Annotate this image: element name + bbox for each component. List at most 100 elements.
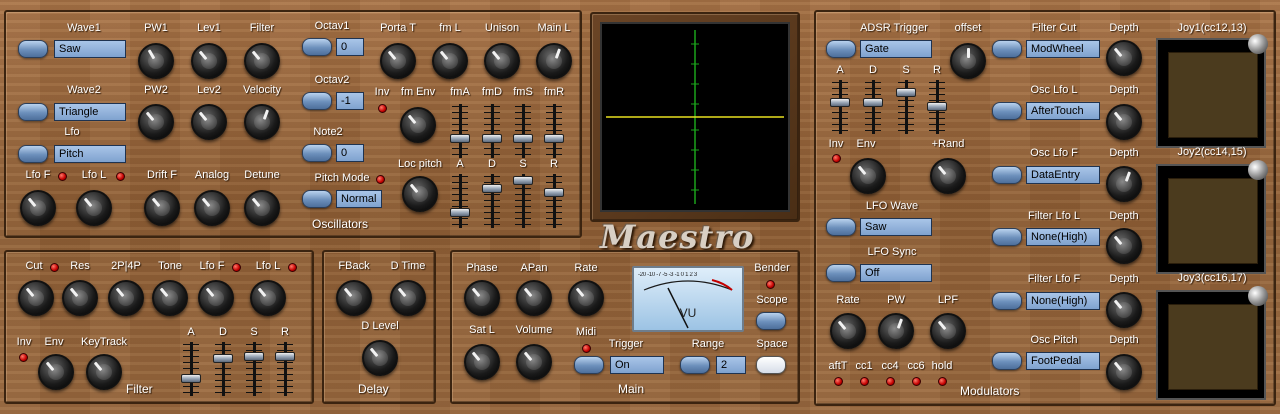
joy1-pad[interactable] [1156,34,1268,148]
mod-release-slider[interactable] [927,80,947,134]
octav2-button[interactable] [302,92,332,110]
mode-knob[interactable] [108,280,144,316]
filter-cut-field[interactable]: ModWheel [1026,40,1100,58]
cut-knob[interactable] [18,280,54,316]
lev2-knob[interactable] [191,104,227,140]
osc-pitch-field[interactable]: FootPedal [1026,352,1100,370]
mod-pw-knob[interactable] [878,313,914,349]
lpf-knob[interactable] [930,313,966,349]
octav1-field[interactable]: 0 [336,38,364,56]
lfo-button[interactable] [18,145,48,163]
filter-attack-slider[interactable] [181,342,201,396]
pw2-knob[interactable] [138,104,174,140]
analog-knob[interactable] [194,190,230,226]
trigger-button[interactable] [574,356,604,374]
sat-l-knob[interactable] [464,344,500,380]
osc-sustain-slider[interactable] [513,174,533,228]
phase-knob[interactable] [464,280,500,316]
volume-knob[interactable] [516,344,552,380]
osc-attack-slider[interactable] [450,174,470,228]
porta-t-knob[interactable] [380,43,416,79]
osc-lfo-f-button[interactable] [992,166,1022,184]
lfo-wave-field[interactable]: Saw [860,218,932,236]
mod-env-knob[interactable] [850,158,886,194]
joy2-pad[interactable] [1156,160,1268,274]
filter-env-knob[interactable] [38,354,74,390]
filter-cut-button[interactable] [992,40,1022,58]
osc-lfo-f-field[interactable]: DataEntry [1026,166,1100,184]
mod-decay-slider[interactable] [863,80,883,134]
pw1-knob[interactable] [138,43,174,79]
joy3-pad[interactable] [1156,286,1268,400]
dlevel-knob[interactable] [362,340,398,376]
osc-lfo-l-button[interactable] [992,102,1022,120]
fback-knob[interactable] [336,280,372,316]
wave2-button[interactable] [18,103,48,121]
pitch-mode-button[interactable] [302,190,332,208]
filter-lfo-f-knob[interactable] [198,280,234,316]
wave1-field[interactable]: Saw [54,40,126,58]
wave2-field[interactable]: Triangle [54,103,126,121]
adsr-trigger-button[interactable] [826,40,856,58]
joy3-handle[interactable] [1248,286,1268,306]
osc-lfo-l-field[interactable]: AfterTouch [1026,102,1100,120]
detune-knob[interactable] [244,190,280,226]
velocity-knob[interactable] [244,104,280,140]
depth2-knob[interactable] [1106,104,1142,140]
lev1-knob[interactable] [191,43,227,79]
mod-attack-slider[interactable] [830,80,850,134]
mod-sustain-slider[interactable] [896,80,916,134]
apan-knob[interactable] [516,280,552,316]
joy2-handle[interactable] [1248,160,1268,180]
tone-knob[interactable] [152,280,188,316]
offset-knob[interactable] [950,43,986,79]
joy1-handle[interactable] [1248,34,1268,54]
unison-knob[interactable] [484,43,520,79]
mod-rate-knob[interactable] [830,313,866,349]
trigger-field[interactable]: On [610,356,664,374]
fm-decay-slider[interactable] [482,104,502,158]
filter-knob[interactable] [244,43,280,79]
dtime-knob[interactable] [390,280,426,316]
filter-lfo-l-knob[interactable] [250,280,286,316]
rand-knob[interactable] [930,158,966,194]
scope-button[interactable] [756,312,786,330]
keytrack-knob[interactable] [86,354,122,390]
depth1-knob[interactable] [1106,40,1142,76]
space-button[interactable] [756,356,786,374]
adsr-trigger-field[interactable]: Gate [860,40,932,58]
depth6-knob[interactable] [1106,354,1142,390]
main-l-knob[interactable] [536,43,572,79]
depth5-knob[interactable] [1106,292,1142,328]
pitch-mode-field[interactable]: Normal [336,190,382,208]
osc-release-slider[interactable] [544,174,564,228]
note2-field[interactable]: 0 [336,144,364,162]
depth3-knob[interactable] [1106,166,1142,202]
osc-pitch-button[interactable] [992,352,1022,370]
filter-sustain-slider[interactable] [244,342,264,396]
fm-sustain-slider[interactable] [513,104,533,158]
fm-release-slider[interactable] [544,104,564,158]
lfo-sync-field[interactable]: Off [860,264,932,282]
octav1-button[interactable] [302,38,332,56]
osc-decay-slider[interactable] [482,174,502,228]
lfo-field[interactable]: Pitch [54,145,126,163]
filter-decay-slider[interactable] [213,342,233,396]
lfo-f-knob[interactable] [20,190,56,226]
range-button[interactable] [680,356,710,374]
fm-attack-slider[interactable] [450,104,470,158]
wave1-button[interactable] [18,40,48,58]
filter-release-slider[interactable] [275,342,295,396]
filter-lfo-f-field[interactable]: None(High) [1026,292,1100,310]
lfo-wave-button[interactable] [826,218,856,236]
rate-knob[interactable] [568,280,604,316]
note2-button[interactable] [302,144,332,162]
fm-env-knob[interactable] [400,107,436,143]
range-field[interactable]: 2 [716,356,746,374]
res-knob[interactable] [62,280,98,316]
filter-lfo-l-field[interactable]: None(High) [1026,228,1100,246]
fm-l-knob[interactable] [432,43,468,79]
drift-f-knob[interactable] [144,190,180,226]
loc-pitch-knob[interactable] [402,176,438,212]
filter-lfo-l-button[interactable] [992,228,1022,246]
